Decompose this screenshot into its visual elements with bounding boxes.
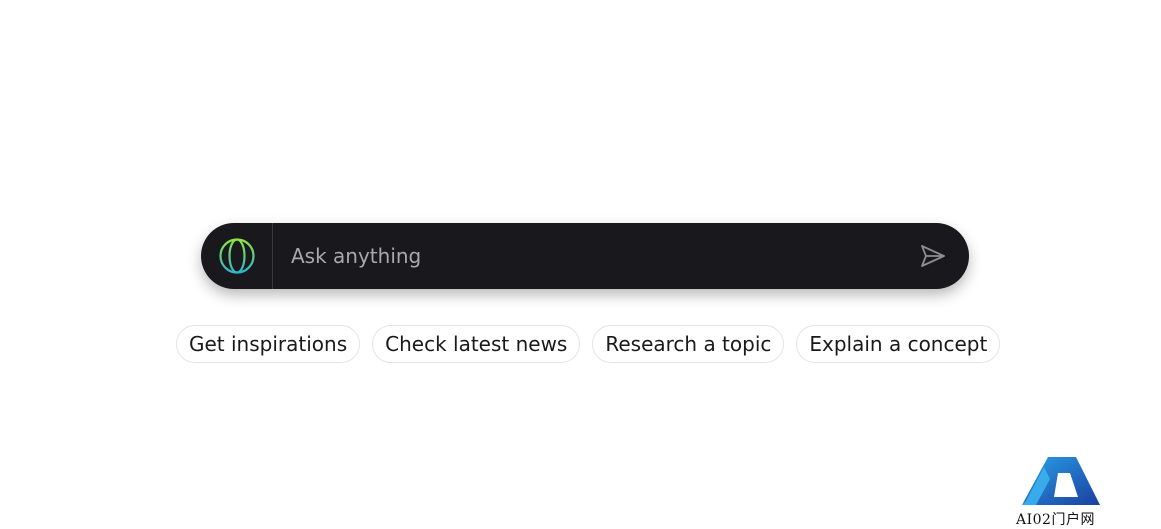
suggestion-chip-inspirations[interactable]: Get inspirations (176, 325, 361, 363)
suggestion-chip-research[interactable]: Research a topic (592, 325, 785, 363)
suggestion-chip-news[interactable]: Check latest news (372, 325, 581, 363)
watermark-text: AI02门户网 (1016, 512, 1095, 528)
send-icon (921, 245, 945, 267)
globe-icon (218, 238, 255, 274)
web-search-toggle[interactable] (201, 223, 273, 289)
search-input[interactable] (273, 223, 905, 289)
search-bar (201, 223, 969, 289)
suggestion-chips: Get inspirations Check latest news Resea… (176, 325, 1001, 363)
send-button[interactable] (905, 223, 961, 289)
page: Get inspirations Check latest news Resea… (0, 0, 1161, 529)
suggestion-chip-explain[interactable]: Explain a concept (796, 325, 1001, 363)
